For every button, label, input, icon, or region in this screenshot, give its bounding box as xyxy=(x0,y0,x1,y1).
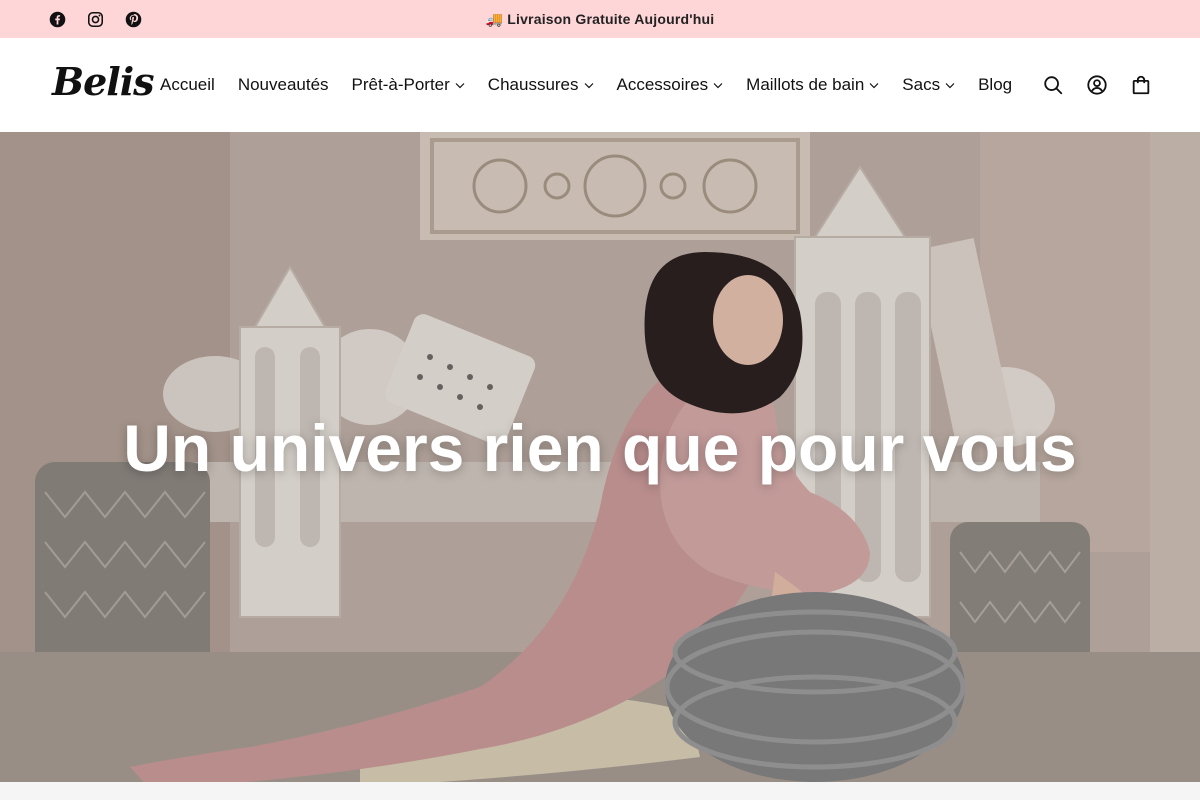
nav-item-blog[interactable]: Blog xyxy=(978,75,1012,95)
chevron-down-icon xyxy=(584,82,593,88)
nav-item-maillots-de-bain[interactable]: Maillots de bain xyxy=(746,75,879,95)
chevron-down-icon xyxy=(869,82,879,88)
main-nav: Accueil Nouveautés Prêt-à-Porter Chaussu… xyxy=(160,38,1012,132)
site-header: Belis Accueil Nouveautés Prêt-à-Porter C… xyxy=(0,38,1200,132)
pinterest-icon[interactable] xyxy=(124,10,142,28)
nav-item-accueil[interactable]: Accueil xyxy=(160,75,215,95)
chevron-down-icon xyxy=(713,82,723,88)
cart-bag-icon[interactable] xyxy=(1130,74,1152,96)
nav-item-label: Sacs xyxy=(902,75,941,94)
nav-item-nouveautes[interactable]: Nouveautés xyxy=(238,75,329,95)
instagram-icon[interactable] xyxy=(86,10,104,28)
nav-item-label: Maillots de bain xyxy=(746,75,865,94)
logo[interactable]: Belis xyxy=(52,58,155,106)
announcement-text: Livraison Gratuite Aujourd'hui xyxy=(507,11,715,27)
nav-item-sacs[interactable]: Sacs xyxy=(902,75,955,95)
nav-item-accessoires[interactable]: Accessoires xyxy=(617,75,724,95)
account-icon[interactable] xyxy=(1086,74,1108,96)
search-icon[interactable] xyxy=(1042,74,1064,96)
social-links xyxy=(48,0,142,38)
nav-item-label: Prêt-à-Porter xyxy=(351,75,450,94)
chevron-down-icon xyxy=(455,82,465,88)
announcement-message[interactable]: 🚚 Livraison Gratuite Aujourd'hui xyxy=(486,11,715,27)
nav-item-label: Accueil xyxy=(160,75,215,94)
nav-item-label: Chaussures xyxy=(487,75,579,94)
nav-item-pret-a-porter[interactable]: Prêt-à-Porter xyxy=(352,75,465,95)
facebook-icon[interactable] xyxy=(48,10,66,28)
chevron-down-icon xyxy=(945,82,955,88)
nav-item-label: Blog xyxy=(978,75,1013,94)
announcement-bar: 🚚 Livraison Gratuite Aujourd'hui xyxy=(0,0,1200,38)
nav-item-label: Accessoires xyxy=(616,75,709,94)
page-section-divider xyxy=(0,782,1200,800)
hero-banner[interactable]: Un univers rien que pour vous xyxy=(0,132,1200,782)
hero-title: Un univers rien que pour vous xyxy=(123,411,1077,485)
delivery-truck-icon: 🚚 xyxy=(485,11,504,27)
nav-item-chaussures[interactable]: Chaussures xyxy=(488,75,594,95)
nav-item-label: Nouveautés xyxy=(237,75,329,94)
header-icons xyxy=(1042,38,1152,132)
